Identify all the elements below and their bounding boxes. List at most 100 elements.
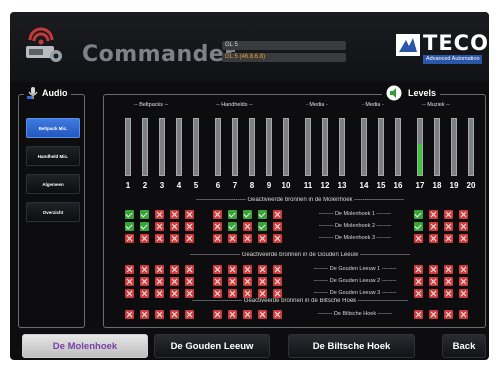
- inactive-source-toggle[interactable]: [429, 289, 438, 298]
- inactive-source-toggle[interactable]: [273, 277, 282, 286]
- active-source-toggle[interactable]: [140, 222, 149, 231]
- inactive-source-toggle[interactable]: [228, 289, 237, 298]
- active-source-toggle[interactable]: [228, 210, 237, 219]
- inactive-source-toggle[interactable]: [140, 234, 149, 243]
- active-source-toggle[interactable]: [125, 210, 134, 219]
- gouden-leeuw-button[interactable]: De Gouden Leeuw: [154, 334, 270, 358]
- inactive-source-toggle[interactable]: [429, 210, 438, 219]
- inactive-source-toggle[interactable]: [243, 222, 252, 231]
- inactive-source-toggle[interactable]: [155, 222, 164, 231]
- audio-menu-button[interactable]: Handheld Mic.: [26, 146, 80, 166]
- inactive-source-toggle[interactable]: [185, 289, 194, 298]
- active-source-toggle[interactable]: [258, 210, 267, 219]
- inactive-source-toggle[interactable]: [185, 277, 194, 286]
- active-source-toggle[interactable]: [258, 222, 267, 231]
- inactive-source-toggle[interactable]: [170, 210, 179, 219]
- inactive-source-toggle[interactable]: [243, 277, 252, 286]
- inactive-source-toggle[interactable]: [140, 277, 149, 286]
- inactive-source-toggle[interactable]: [155, 210, 164, 219]
- inactive-source-toggle[interactable]: [258, 234, 267, 243]
- inactive-source-toggle[interactable]: [459, 265, 468, 274]
- inactive-source-toggle[interactable]: [213, 234, 222, 243]
- inactive-source-toggle[interactable]: [170, 265, 179, 274]
- inactive-source-toggle[interactable]: [273, 289, 282, 298]
- inactive-source-toggle[interactable]: [429, 310, 438, 319]
- inactive-source-toggle[interactable]: [444, 310, 453, 319]
- inactive-source-toggle[interactable]: [125, 265, 134, 274]
- inactive-source-toggle[interactable]: [429, 277, 438, 286]
- inactive-source-toggle[interactable]: [125, 310, 134, 319]
- active-source-toggle[interactable]: [140, 210, 149, 219]
- audio-menu-button[interactable]: Overzicht: [26, 202, 80, 222]
- inactive-source-toggle[interactable]: [125, 277, 134, 286]
- inactive-source-toggle[interactable]: [429, 234, 438, 243]
- inactive-source-toggle[interactable]: [155, 289, 164, 298]
- inactive-source-toggle[interactable]: [185, 222, 194, 231]
- inactive-source-toggle[interactable]: [155, 234, 164, 243]
- inactive-source-toggle[interactable]: [155, 265, 164, 274]
- inactive-source-toggle[interactable]: [459, 310, 468, 319]
- level-meter: [361, 118, 367, 176]
- inactive-source-toggle[interactable]: [258, 289, 267, 298]
- inactive-source-toggle[interactable]: [228, 234, 237, 243]
- inactive-source-toggle[interactable]: [258, 310, 267, 319]
- inactive-source-toggle[interactable]: [125, 234, 134, 243]
- inactive-source-toggle[interactable]: [444, 210, 453, 219]
- inactive-source-toggle[interactable]: [185, 310, 194, 319]
- inactive-source-toggle[interactable]: [140, 310, 149, 319]
- inactive-source-toggle[interactable]: [243, 265, 252, 274]
- inactive-source-toggle[interactable]: [444, 222, 453, 231]
- inactive-source-toggle[interactable]: [459, 222, 468, 231]
- back-button[interactable]: Back: [442, 334, 486, 358]
- inactive-source-toggle[interactable]: [185, 210, 194, 219]
- inactive-source-toggle[interactable]: [243, 310, 252, 319]
- active-source-toggle[interactable]: [125, 222, 134, 231]
- inactive-source-toggle[interactable]: [243, 234, 252, 243]
- active-source-toggle[interactable]: [243, 210, 252, 219]
- inactive-source-toggle[interactable]: [273, 234, 282, 243]
- inactive-source-toggle[interactable]: [213, 210, 222, 219]
- inactive-source-toggle[interactable]: [459, 289, 468, 298]
- inactive-source-toggle[interactable]: [170, 277, 179, 286]
- inactive-source-toggle[interactable]: [170, 289, 179, 298]
- inactive-source-toggle[interactable]: [444, 265, 453, 274]
- inactive-source-toggle[interactable]: [444, 289, 453, 298]
- biltsche-hoek-button[interactable]: De Biltsche Hoek: [288, 334, 415, 358]
- inactive-source-toggle[interactable]: [213, 265, 222, 274]
- inactive-source-toggle[interactable]: [444, 234, 453, 243]
- inactive-source-toggle[interactable]: [213, 310, 222, 319]
- molenhoek-button[interactable]: De Molenhoek: [22, 334, 148, 358]
- inactive-source-toggle[interactable]: [459, 234, 468, 243]
- inactive-source-toggle[interactable]: [273, 222, 282, 231]
- inactive-source-toggle[interactable]: [140, 289, 149, 298]
- inactive-source-toggle[interactable]: [155, 277, 164, 286]
- inactive-source-toggle[interactable]: [140, 265, 149, 274]
- inactive-source-toggle[interactable]: [273, 310, 282, 319]
- inactive-source-toggle[interactable]: [170, 234, 179, 243]
- inactive-source-toggle[interactable]: [185, 265, 194, 274]
- inactive-source-toggle[interactable]: [444, 277, 453, 286]
- inactive-source-toggle[interactable]: [459, 277, 468, 286]
- inactive-source-toggle[interactable]: [258, 265, 267, 274]
- inactive-source-toggle[interactable]: [125, 289, 134, 298]
- inactive-source-toggle[interactable]: [273, 210, 282, 219]
- inactive-source-toggle[interactable]: [185, 234, 194, 243]
- inactive-source-toggle[interactable]: [170, 310, 179, 319]
- audio-menu-button[interactable]: Beltpack Mic.: [26, 118, 80, 138]
- inactive-source-toggle[interactable]: [429, 222, 438, 231]
- inactive-source-toggle[interactable]: [170, 222, 179, 231]
- inactive-source-toggle[interactable]: [243, 289, 252, 298]
- inactive-source-toggle[interactable]: [228, 277, 237, 286]
- inactive-source-toggle[interactable]: [213, 222, 222, 231]
- inactive-source-toggle[interactable]: [228, 310, 237, 319]
- inactive-source-toggle[interactable]: [258, 277, 267, 286]
- inactive-source-toggle[interactable]: [213, 277, 222, 286]
- inactive-source-toggle[interactable]: [429, 265, 438, 274]
- inactive-source-toggle[interactable]: [213, 289, 222, 298]
- inactive-source-toggle[interactable]: [273, 265, 282, 274]
- inactive-source-toggle[interactable]: [155, 310, 164, 319]
- inactive-source-toggle[interactable]: [459, 210, 468, 219]
- active-source-toggle[interactable]: [228, 222, 237, 231]
- audio-menu-button[interactable]: Algemeen: [26, 174, 80, 194]
- inactive-source-toggle[interactable]: [228, 265, 237, 274]
